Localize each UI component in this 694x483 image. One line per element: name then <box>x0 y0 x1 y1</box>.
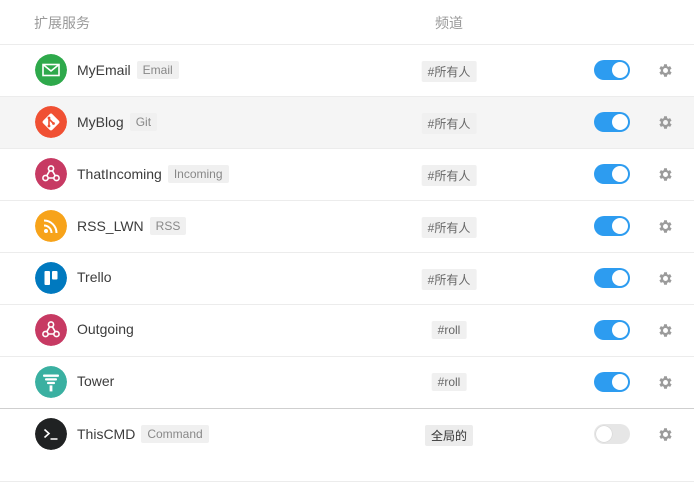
channel-badge: 全局的 <box>424 425 474 446</box>
enable-toggle[interactable] <box>594 372 630 392</box>
channel-badge: #所有人 <box>421 217 477 238</box>
divider <box>0 481 694 482</box>
service-name[interactable]: MyEmail Email <box>77 61 179 79</box>
service-type-tag: RSS <box>149 217 187 235</box>
list-item[interactable]: MyBlog Git #所有人 <box>0 96 694 148</box>
table-header: 扩展服务 频道 <box>0 0 694 44</box>
channel-badge: #所有人 <box>421 113 477 134</box>
rss-icon <box>35 210 67 242</box>
gear-icon[interactable] <box>657 426 674 443</box>
webhook-icon <box>35 314 67 346</box>
enable-toggle[interactable] <box>594 424 630 444</box>
enable-toggle[interactable] <box>594 112 630 132</box>
gear-icon[interactable] <box>657 270 674 287</box>
enable-toggle[interactable] <box>594 268 630 288</box>
gear-icon[interactable] <box>657 62 674 79</box>
list-item[interactable]: Outgoing #roll <box>0 304 694 356</box>
service-type-tag: Git <box>129 113 158 131</box>
channel-badge: #所有人 <box>421 269 477 290</box>
enable-toggle[interactable] <box>594 320 630 340</box>
git-icon <box>35 106 67 138</box>
list-item[interactable]: MyEmail Email #所有人 <box>0 44 694 96</box>
channel-badge: #roll <box>431 321 467 339</box>
list-item[interactable]: Tower #roll <box>0 356 694 408</box>
gear-icon[interactable] <box>657 374 674 391</box>
service-name[interactable]: Tower <box>77 373 114 389</box>
enable-toggle[interactable] <box>594 164 630 184</box>
gear-icon[interactable] <box>657 166 674 183</box>
gear-icon[interactable] <box>657 322 674 339</box>
service-name[interactable]: ThisCMD Command <box>77 425 209 443</box>
terminal-icon <box>35 418 67 450</box>
channel-badge: #所有人 <box>421 165 477 186</box>
service-name[interactable]: ThatIncoming Incoming <box>77 165 229 183</box>
trello-icon <box>35 262 67 294</box>
service-name[interactable]: Trello <box>77 269 112 285</box>
list-item[interactable]: ThatIncoming Incoming #所有人 <box>0 148 694 200</box>
gear-icon[interactable] <box>657 114 674 131</box>
list-item[interactable]: Trello #所有人 <box>0 252 694 304</box>
tower-icon <box>35 366 67 398</box>
service-type-tag: Incoming <box>167 165 229 183</box>
list-item[interactable]: RSS_LWN RSS #所有人 <box>0 200 694 252</box>
webhook-icon <box>35 158 67 190</box>
column-header-channel: 频道 <box>435 15 463 31</box>
service-name[interactable]: MyBlog Git <box>77 113 158 131</box>
list-item[interactable]: ThisCMD Command 全局的 <box>0 408 694 460</box>
email-icon <box>35 54 67 86</box>
gear-icon[interactable] <box>657 218 674 235</box>
enable-toggle[interactable] <box>594 216 630 236</box>
enable-toggle[interactable] <box>594 60 630 80</box>
service-list: MyEmail Email #所有人 MyBlog Git #所有人 ThatInc… <box>0 44 694 460</box>
service-type-tag: Command <box>141 425 209 443</box>
service-type-tag: Email <box>136 61 179 79</box>
column-header-service: 扩展服务 <box>34 15 90 31</box>
channel-badge: #roll <box>431 373 467 391</box>
service-name[interactable]: RSS_LWN RSS <box>77 217 187 235</box>
service-name[interactable]: Outgoing <box>77 321 134 337</box>
channel-badge: #所有人 <box>421 61 477 82</box>
